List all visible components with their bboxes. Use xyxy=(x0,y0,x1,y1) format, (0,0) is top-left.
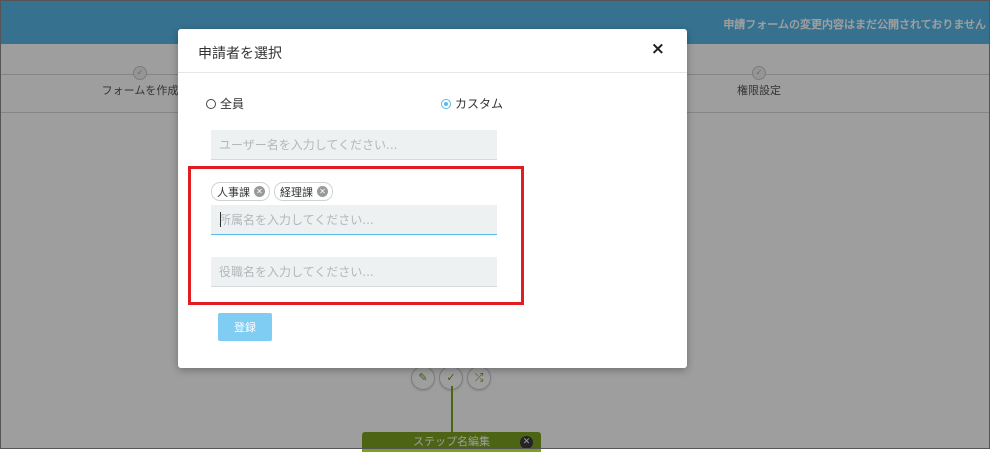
dialog-title: 申請者を選択 xyxy=(198,46,282,62)
radio-button-selected[interactable] xyxy=(441,98,451,109)
radio-custom-option[interactable]: カスタム xyxy=(441,95,503,112)
register-button[interactable]: 登録 xyxy=(218,313,272,341)
highlight-annotation-box xyxy=(188,166,524,305)
radio-all-label: 全員 xyxy=(220,97,245,111)
radio-button[interactable] xyxy=(206,98,216,109)
radio-custom-label: カスタム xyxy=(455,97,504,111)
dialog-header: 申請者を選択 × xyxy=(178,29,687,73)
close-icon[interactable]: × xyxy=(651,39,665,59)
radio-all-option[interactable]: 全員 xyxy=(206,95,244,112)
username-input[interactable] xyxy=(211,130,497,160)
